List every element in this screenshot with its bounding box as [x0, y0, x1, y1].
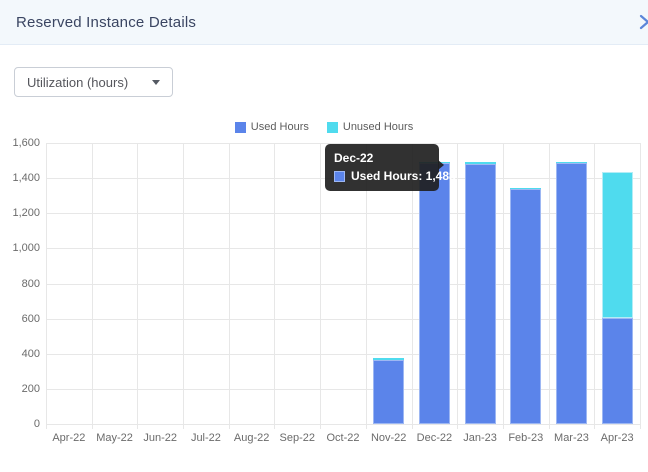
bar-segment-used-hours[interactable] [510, 189, 541, 424]
x-axis-tick-label: Apr-23 [601, 432, 634, 444]
x-gridline [320, 143, 321, 429]
x-gridline [229, 143, 230, 429]
y-gridline [46, 354, 640, 355]
x-axis-tick-label: Mar-23 [554, 432, 589, 444]
y-gridline [46, 319, 640, 320]
y-axis-tick-label: 1,000 [0, 242, 40, 254]
bar-segment-used-hours[interactable] [556, 163, 587, 424]
y-gridline [46, 213, 640, 214]
y-axis-tick-label: 0 [0, 418, 40, 430]
x-axis-tick-label: Jun-22 [143, 432, 177, 444]
x-gridline [274, 143, 275, 429]
x-gridline [594, 143, 595, 429]
bar-segment-unused-hours[interactable] [602, 172, 633, 318]
bar-segment-unused-hours[interactable] [556, 162, 587, 163]
x-axis-tick-label: Apr-22 [52, 432, 85, 444]
x-gridline [137, 143, 138, 429]
x-axis-tick-label: Sep-22 [280, 432, 315, 444]
x-gridline [457, 143, 458, 429]
x-gridline [549, 143, 550, 429]
x-axis-tick-label: Aug-22 [234, 432, 269, 444]
x-axis-tick-label: Oct-22 [326, 432, 359, 444]
tooltip-caret [438, 160, 444, 170]
bar-segment-used-hours[interactable] [602, 318, 633, 424]
chart-tooltip: Dec-22 Used Hours: 1,488 [325, 144, 439, 191]
x-axis-tick-label: Dec-22 [417, 432, 452, 444]
bar-segment-used-hours[interactable] [419, 163, 450, 424]
reserved-instance-details-panel: Reserved Instance Details Utilization (h… [0, 0, 648, 472]
x-gridline [46, 143, 47, 429]
x-gridline [503, 143, 504, 429]
y-gridline [46, 284, 640, 285]
y-gridline [46, 248, 640, 249]
bar-segment-unused-hours[interactable] [465, 162, 496, 164]
x-axis-tick-label: May-22 [96, 432, 133, 444]
y-axis-tick-label: 600 [0, 313, 40, 325]
bar-segment-unused-hours[interactable] [373, 358, 404, 359]
bar-segment-unused-hours[interactable] [510, 188, 541, 190]
y-axis-tick-label: 200 [0, 383, 40, 395]
x-axis-tick-label: Jul-22 [191, 432, 221, 444]
y-gridline [46, 389, 640, 390]
x-gridline [640, 143, 641, 429]
y-gridline [46, 424, 640, 425]
tooltip-value-label: Used Hours: 1,488 [351, 169, 456, 183]
utilization-bar-chart: 0 200 400 600 800 1,000 1,200 1,400 1,600 Apr-22 M… [0, 0, 648, 472]
x-gridline [92, 143, 93, 429]
tooltip-row: Used Hours: 1,488 [334, 169, 430, 183]
x-axis-tick-label: Nov-22 [371, 432, 406, 444]
y-axis-tick-label: 800 [0, 278, 40, 290]
y-axis-tick-label: 1,600 [0, 137, 40, 149]
tooltip-series-swatch [334, 171, 345, 182]
x-axis-tick-label: Feb-23 [508, 432, 543, 444]
y-axis-tick-label: 400 [0, 348, 40, 360]
y-axis-tick-label: 1,400 [0, 172, 40, 184]
y-axis-tick-label: 1,200 [0, 207, 40, 219]
tooltip-title: Dec-22 [334, 151, 430, 165]
bar-segment-used-hours[interactable] [373, 360, 404, 424]
x-axis-tick-label: Jan-23 [463, 432, 497, 444]
bar-segment-used-hours[interactable] [465, 164, 496, 424]
x-gridline [183, 143, 184, 429]
